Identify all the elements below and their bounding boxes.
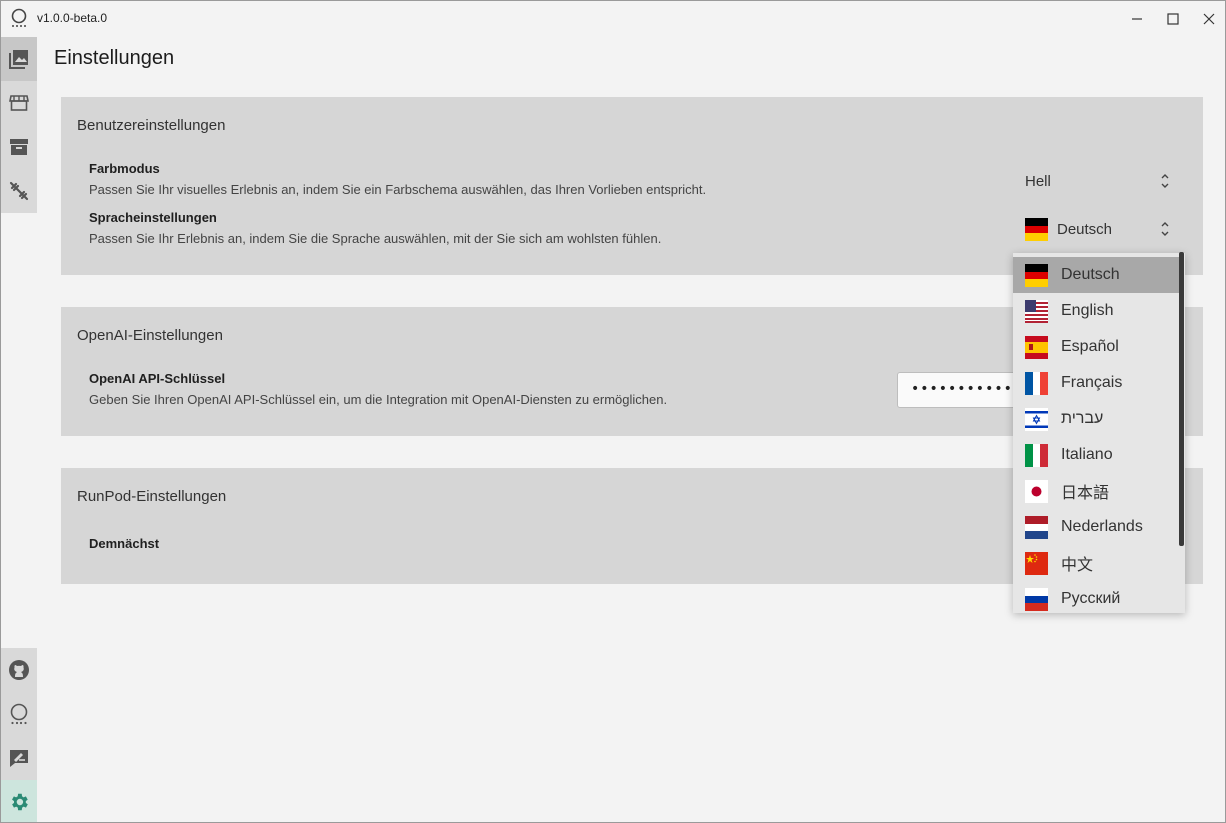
language-option-label: Русский [1061, 590, 1121, 607]
sidebar-item-github[interactable] [1, 648, 37, 692]
sidebar-item-archive[interactable] [1, 125, 37, 169]
maximize-icon [1167, 13, 1179, 25]
app-window: v1.0.0-beta.0 Einstellungen Benutzereins… [0, 0, 1226, 823]
minimize-button[interactable] [1119, 1, 1155, 37]
api-key-input[interactable]: •••••••••••••• [897, 372, 1027, 408]
language-label: Spracheinstellungen [89, 210, 217, 225]
language-value: Deutsch [1057, 220, 1113, 238]
de-flag-icon [1025, 217, 1048, 241]
maximize-button[interactable] [1155, 1, 1191, 37]
language-description: Passen Sie Ihr Erlebnis an, indem Sie di… [89, 231, 662, 246]
title-bar[interactable]: v1.0.0-beta.0 [1, 1, 1225, 37]
training-icon [9, 181, 29, 201]
language-option-hebrew[interactable]: עברית [1013, 401, 1181, 437]
language-option-deutsch[interactable]: Deutsch [1013, 257, 1181, 293]
sidebar-bottom [1, 648, 37, 822]
language-option-italiano[interactable]: Italiano [1013, 437, 1181, 473]
chevron-updown-icon [1161, 174, 1169, 188]
language-option-label: Italiano [1061, 446, 1113, 463]
language-option-label: Nederlands [1061, 518, 1143, 535]
images-icon [9, 50, 28, 69]
il-flag-icon [1025, 407, 1048, 431]
github-icon [9, 660, 29, 680]
jp-flag-icon [1025, 479, 1048, 503]
language-option-label: 日本語 [1061, 485, 1110, 502]
close-button[interactable] [1191, 1, 1225, 37]
language-select[interactable]: Deutsch [1025, 217, 1185, 241]
sidebar-item-settings[interactable] [1, 780, 37, 822]
language-option-label: Français [1061, 374, 1123, 391]
language-option-francais[interactable]: Français [1013, 365, 1181, 401]
user-settings-title: Benutzereinstellungen [77, 117, 226, 134]
store-icon [9, 95, 29, 111]
chevron-updown-icon [1161, 222, 1169, 236]
cn-flag-icon [1025, 551, 1048, 575]
language-option-chinese[interactable]: 中文 [1013, 545, 1181, 581]
sidebar-item-training[interactable] [1, 169, 37, 213]
language-option-label: עברית [1061, 410, 1104, 427]
dropdown-scrollbar[interactable] [1179, 252, 1184, 546]
sidebar-top [1, 37, 37, 213]
sidebar-item-store[interactable] [1, 81, 37, 125]
es-flag-icon [1025, 335, 1048, 359]
de-flag-icon [1025, 263, 1048, 287]
sidebar-item-app[interactable] [1, 692, 37, 736]
openai-settings-title: OpenAI-Einstellungen [77, 327, 223, 344]
sidebar-item-images[interactable] [1, 37, 37, 81]
it-flag-icon [1025, 443, 1048, 467]
runpod-settings-title: RunPod-Einstellungen [77, 488, 227, 505]
language-option-japanese[interactable]: 日本語 [1013, 473, 1181, 509]
us-flag-icon [1025, 299, 1048, 323]
language-option-label: Deutsch [1061, 266, 1120, 283]
language-option-nederlands[interactable]: Nederlands [1013, 509, 1181, 545]
app-logo-icon [11, 8, 27, 27]
language-option-espanol[interactable]: Español [1013, 329, 1181, 365]
api-key-label: OpenAI API-Schlüssel [89, 371, 226, 386]
language-option-label: 中文 [1061, 557, 1094, 574]
color-mode-label: Farbmodus [89, 161, 160, 176]
settings-icon [12, 793, 28, 811]
color-mode-description: Passen Sie Ihr visuelles Erlebnis an, in… [89, 182, 707, 197]
fr-flag-icon [1025, 371, 1048, 395]
app-title: v1.0.0-beta.0 [37, 11, 108, 25]
page-title: Einstellungen [54, 47, 175, 69]
app-logo-icon [10, 703, 28, 725]
color-mode-select[interactable]: Hell [1025, 171, 1185, 191]
runpod-notice: Demnächst [89, 536, 160, 551]
nl-flag-icon [1025, 515, 1048, 539]
api-key-description: Geben Sie Ihren OpenAI API-Schlüssel ein… [89, 392, 668, 407]
color-mode-value: Hell [1025, 172, 1051, 190]
language-option-label: Español [1061, 338, 1119, 355]
language-option-label: English [1061, 302, 1114, 319]
ru-flag-icon [1025, 587, 1048, 611]
language-option-russian[interactable]: Русский [1013, 581, 1181, 613]
language-dropdown[interactable]: Deutsch English Español Français עברית I… [1013, 253, 1185, 613]
minimize-icon [1132, 18, 1142, 20]
archive-icon [10, 139, 28, 155]
sidebar-item-feedback[interactable] [1, 736, 37, 780]
language-option-english[interactable]: English [1013, 293, 1181, 329]
feedback-icon [10, 750, 28, 767]
close-icon [1203, 13, 1215, 25]
